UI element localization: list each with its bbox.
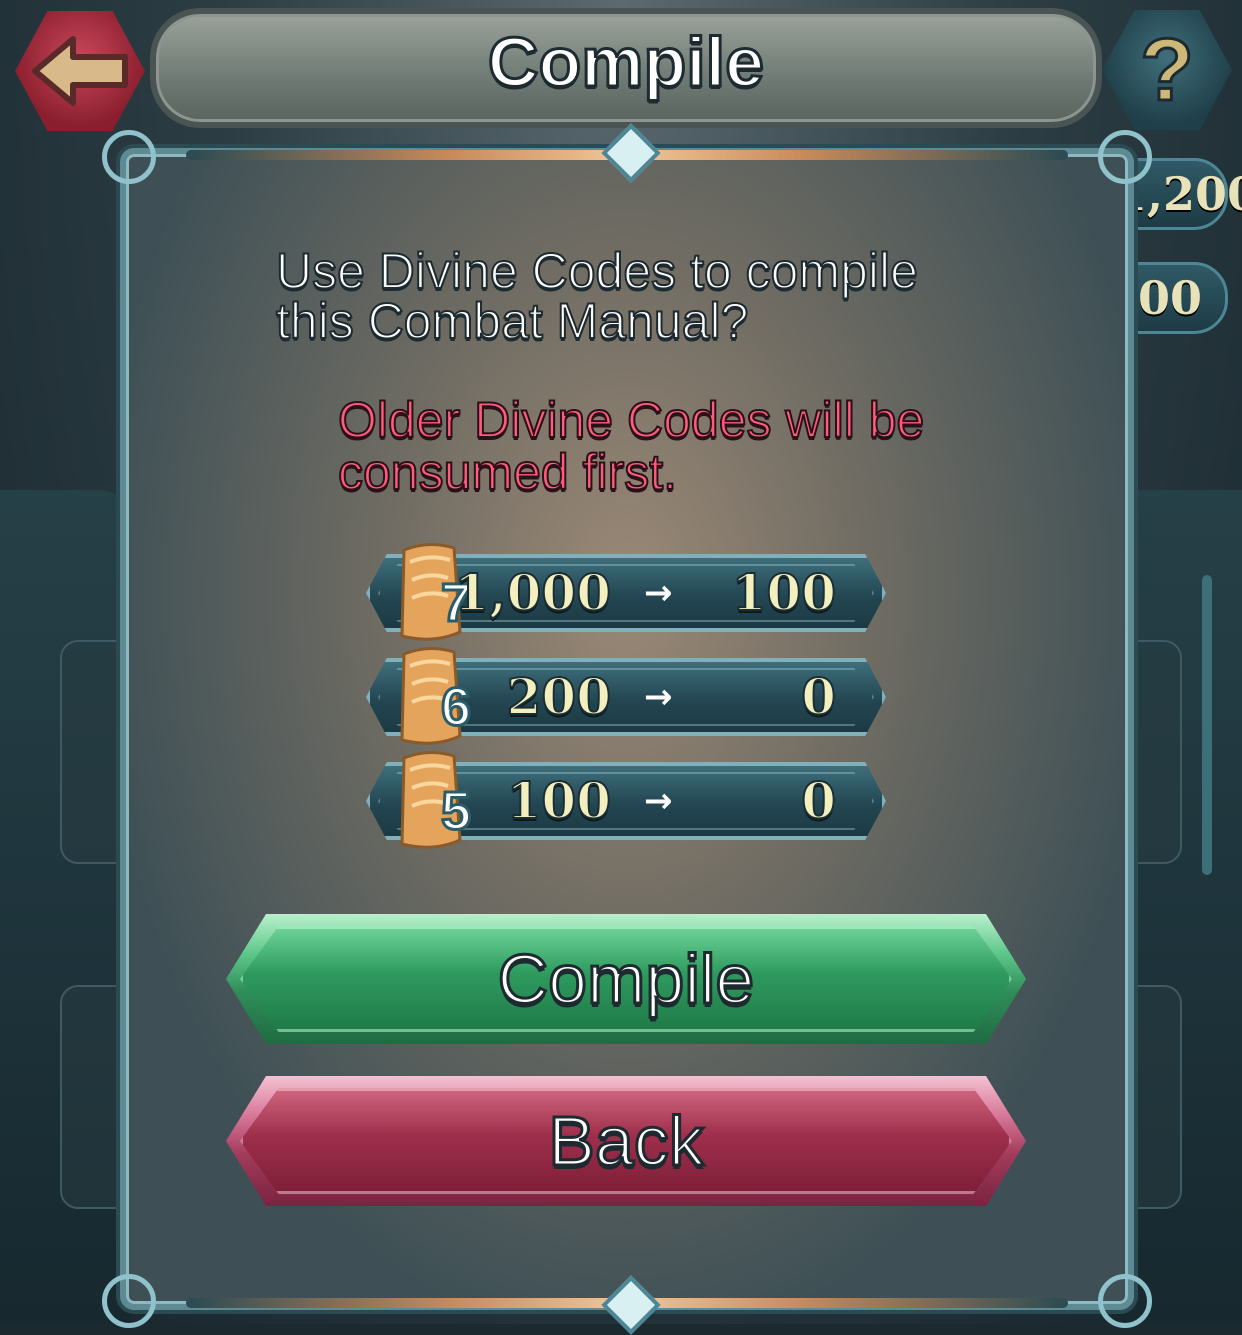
- arrow-icon: →: [644, 781, 673, 821]
- frame-corner: [1098, 130, 1152, 184]
- page-title: Compile: [486, 22, 765, 103]
- compile-button-label: Compile: [496, 939, 756, 1020]
- code-current-count: 1,000: [453, 562, 612, 623]
- arrow-icon: →: [644, 677, 673, 717]
- frame-ornament: [601, 1275, 661, 1335]
- back-arrow-icon: [15, 11, 145, 131]
- code-rarity: 6: [439, 676, 472, 739]
- code-rarity: 5: [439, 780, 472, 843]
- arrow-icon: →: [644, 573, 673, 613]
- code-remaining-count: 100: [731, 562, 837, 623]
- compile-button[interactable]: Compile: [226, 914, 1026, 1044]
- dialog-warning: Older Divine Codes will be consumed firs…: [337, 392, 925, 500]
- header-bar: Compile: [150, 8, 1102, 128]
- dialog-question: Use Divine Codes to compile this Combat …: [275, 243, 919, 349]
- back-button-label: Back: [547, 1101, 706, 1182]
- back-button[interactable]: Back: [226, 1076, 1026, 1206]
- divine-code-row: 5 100 → 0: [366, 751, 886, 849]
- help-icon: ?: [1139, 20, 1196, 119]
- code-remaining-count: 0: [800, 666, 837, 727]
- code-current-count: 100: [506, 770, 612, 831]
- code-current-count: 200: [506, 666, 612, 727]
- divine-code-row: 6 200 → 0: [366, 647, 886, 745]
- background-scrollbar: [1202, 575, 1212, 875]
- code-remaining-count: 0: [800, 770, 837, 831]
- frame-corner: [102, 130, 156, 184]
- divine-code-row: 7 1,000 → 100: [366, 543, 886, 641]
- frame-corner: [102, 1274, 156, 1328]
- back-arrow-button[interactable]: [10, 6, 150, 136]
- compile-dialog: Use Divine Codes to compile this Combat …: [102, 123, 1152, 1335]
- frame-corner: [1098, 1274, 1152, 1328]
